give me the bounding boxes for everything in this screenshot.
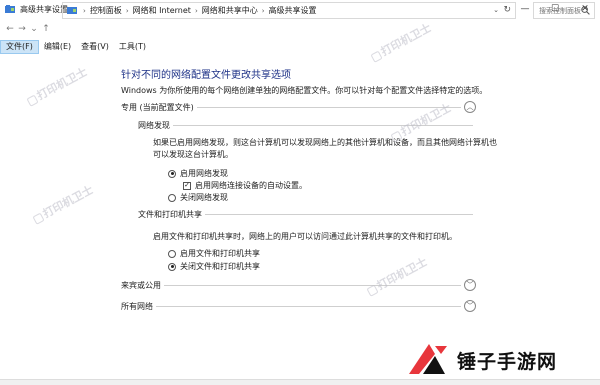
site-logo: 锤子手游网 (405, 340, 557, 380)
file-sharing-desc: 启用文件和打印机共享时，网络上的用户可以访问通过此计算机共享的文件和打印机。 (153, 232, 457, 241)
breadcrumb-separator: › (83, 6, 86, 15)
page-title: 针对不同的网络配置文件更改共享选项 (121, 70, 291, 81)
menu-tools[interactable]: 工具(T) (114, 40, 151, 54)
control-panel-icon (67, 6, 77, 15)
network-discovery-desc-2: 可以发现这台计算机。 (153, 150, 233, 159)
radio-label: 关闭文件和打印机共享 (180, 262, 260, 271)
file-sharing-label: 文件和打印机共享 (138, 209, 205, 220)
menu-file[interactable]: 文件(F) (0, 40, 39, 54)
search-icon[interactable] (581, 6, 590, 17)
main-content: 针对不同的网络配置文件更改共享选项 Windows 为你所使用的每个网络创建单独… (0, 54, 600, 379)
menu-bar: 文件(F) 编辑(E) 查看(V) 工具(T) (0, 40, 600, 54)
recent-locations-button[interactable]: ⌄ (28, 21, 40, 37)
network-discovery-desc-1: 如果已启用网络发现，则这台计算机可以发现网络上的其他计算机和设备，而且其他网络计… (153, 138, 497, 147)
window-title: 高级共享设置 (20, 4, 68, 14)
checkbox-label: 启用网络连接设备的自动设置。 (195, 181, 307, 190)
network-discovery-label: 网络发现 (138, 120, 173, 131)
radio-enable-file-sharing[interactable]: 启用文件和打印机共享 (168, 248, 260, 259)
address-bar[interactable]: › 控制面板 › 网络和 Internet › 网络和共享中心 › 高级共享设置… (62, 2, 516, 19)
profile-all-label[interactable]: 所有网络 (121, 301, 156, 312)
forward-button[interactable]: → (16, 21, 28, 37)
checkbox-auto-setup[interactable]: ✓ 启用网络连接设备的自动设置。 (183, 180, 307, 191)
breadcrumb-separator: › (261, 6, 265, 15)
breadcrumb-separator: › (194, 6, 198, 15)
navigation-bar: ← → ⌄ ↑ (0, 18, 600, 40)
radio-button-selected[interactable] (168, 169, 176, 178)
section-divider (121, 285, 461, 286)
radio-button[interactable] (168, 249, 176, 258)
menu-view[interactable]: 查看(V) (76, 40, 114, 54)
search-placeholder: 搜索控制面板 (539, 6, 581, 15)
radio-disable-discovery[interactable]: 关闭网络发现 (168, 192, 228, 203)
menu-edit[interactable]: 编辑(E) (39, 40, 76, 54)
breadcrumb-network-sharing-center[interactable]: 网络和共享中心 (202, 5, 258, 16)
profile-private-label[interactable]: 专用 (当前配置文件) (121, 102, 197, 113)
collapse-private-icon[interactable]: ︿ (464, 101, 476, 113)
address-dropdown-icon[interactable]: ⌄ (493, 6, 499, 14)
radio-disable-file-sharing[interactable]: 关闭文件和打印机共享 (168, 261, 260, 272)
search-box[interactable]: 搜索控制面板 (533, 2, 595, 19)
radio-enable-discovery[interactable]: 启用网络发现 (168, 168, 228, 179)
back-button[interactable]: ← (4, 21, 16, 37)
breadcrumb-advanced-sharing[interactable]: 高级共享设置 (269, 5, 317, 16)
up-button[interactable]: ↑ (40, 21, 52, 37)
radio-button[interactable] (168, 193, 176, 202)
section-divider (121, 306, 461, 307)
radio-label: 关闭网络发现 (180, 193, 228, 202)
radio-label: 启用文件和打印机共享 (180, 249, 260, 258)
expand-guest-icon[interactable]: ﹀ (464, 279, 476, 291)
breadcrumb-control-panel[interactable]: 控制面板 (90, 5, 122, 16)
breadcrumb-separator: › (125, 6, 129, 15)
page-description: Windows 为你所使用的每个网络创建单独的网络配置文件。你可以针对每个配置文… (121, 86, 488, 95)
radio-button-selected[interactable] (168, 262, 176, 271)
checkbox-checked[interactable]: ✓ (183, 181, 191, 190)
network-folder-icon (5, 4, 15, 14)
logo-text: 锤子手游网 (457, 350, 558, 373)
radio-label: 启用网络发现 (180, 169, 228, 178)
expand-all-icon[interactable]: ﹀ (464, 300, 476, 312)
profile-guest-label[interactable]: 来宾或公用 (121, 280, 164, 291)
refresh-icon[interactable]: ↻ (503, 5, 511, 15)
breadcrumb-network-internet[interactable]: 网络和 Internet (133, 5, 191, 16)
logo-mark-icon (405, 340, 451, 380)
